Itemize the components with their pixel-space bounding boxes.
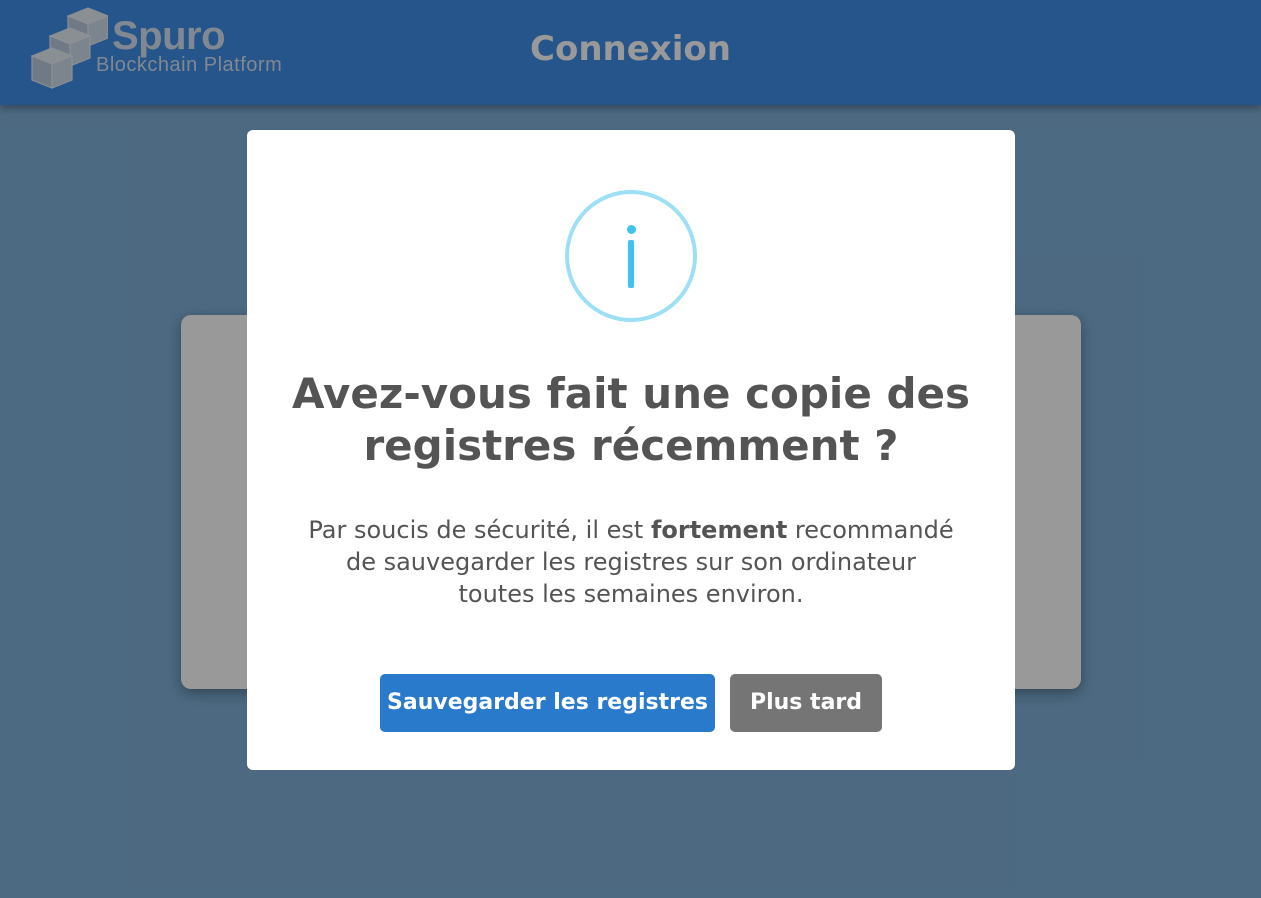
dialog-title: Avez-vous fait une copie des registres r… [292,369,970,470]
info-stem [628,240,634,288]
message-emphasis: fortement [650,516,788,544]
dialog-message: Par soucis de sécurité, il est fortement… [307,514,955,610]
info-icon [565,190,697,322]
backup-reminder-dialog: Avez-vous fait une copie des registres r… [247,130,1015,770]
message-text-before: Par soucis de sécurité, il est [308,516,651,544]
info-dot [627,225,636,234]
later-button[interactable]: Plus tard [730,674,882,732]
save-registers-button[interactable]: Sauvegarder les registres [380,674,715,732]
info-glyph [569,194,693,318]
